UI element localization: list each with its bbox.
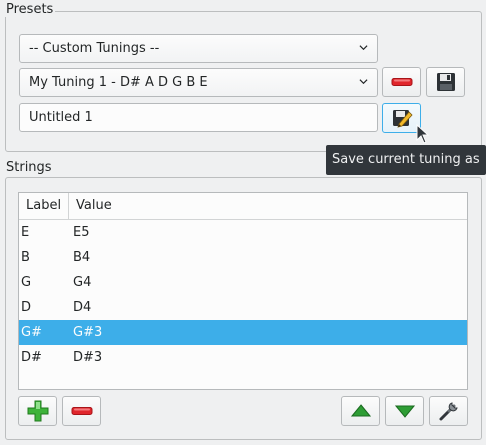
chevron-down-icon: [359, 45, 368, 51]
row-value: D4: [73, 300, 92, 315]
plus-icon: [27, 400, 48, 422]
row-label: G: [21, 275, 32, 290]
table-row[interactable]: D D4: [19, 295, 467, 320]
wrench-icon: [439, 402, 458, 421]
save-as-tooltip: Save current tuning as: [326, 145, 486, 175]
column-header-label[interactable]: Label: [19, 193, 69, 219]
minus-icon: [391, 78, 412, 86]
move-down-button[interactable]: [385, 396, 424, 426]
tuning-preset-value: My Tuning 1 - D# A D G B E: [29, 75, 208, 90]
strings-table[interactable]: Label Value E E5 B B4 G G4 D D4 G# G#3 D…: [18, 192, 468, 390]
tuning-name-input[interactable]: Untitled 1: [19, 103, 378, 132]
move-up-button[interactable]: [341, 396, 380, 426]
presets-group-title: Presets: [4, 2, 56, 17]
row-label: G#: [21, 325, 42, 340]
row-value: G4: [73, 275, 92, 290]
column-header-value[interactable]: Value: [69, 193, 112, 219]
minus-icon: [71, 407, 92, 415]
edit-string-button[interactable]: [429, 396, 468, 426]
save-preset-button[interactable]: [426, 67, 465, 97]
table-row-selected[interactable]: G# G#3: [19, 320, 467, 345]
mouse-cursor-icon: [416, 124, 430, 144]
row-label: E: [21, 225, 30, 240]
table-row[interactable]: D# D#3: [19, 345, 467, 370]
tuning-name-value: Untitled 1: [29, 110, 93, 125]
tuning-category-value: -- Custom Tunings --: [29, 41, 160, 56]
arrow-up-icon: [350, 404, 371, 417]
row-label: D: [21, 300, 32, 315]
remove-string-button[interactable]: [62, 396, 101, 426]
row-value: B4: [73, 250, 91, 265]
chevron-down-icon: [359, 79, 368, 85]
tuning-preset-combo[interactable]: My Tuning 1 - D# A D G B E: [19, 68, 378, 97]
tuning-category-combo[interactable]: -- Custom Tunings --: [19, 34, 378, 63]
table-header: Label Value: [19, 193, 467, 220]
table-row[interactable]: B B4: [19, 245, 467, 270]
floppy-disk-icon: [436, 73, 455, 91]
row-label: D#: [21, 350, 42, 365]
row-label: B: [21, 250, 30, 265]
table-row[interactable]: G G4: [19, 270, 467, 295]
strings-group-title: Strings: [4, 160, 54, 175]
arrow-down-icon: [394, 405, 415, 418]
row-value: G#3: [73, 325, 103, 340]
table-row[interactable]: E E5: [19, 220, 467, 245]
save-as-pencil-icon: [392, 110, 413, 128]
add-string-button[interactable]: [18, 396, 57, 426]
row-value: D#3: [73, 350, 103, 365]
row-value: E5: [73, 225, 90, 240]
remove-preset-button[interactable]: [382, 67, 421, 97]
